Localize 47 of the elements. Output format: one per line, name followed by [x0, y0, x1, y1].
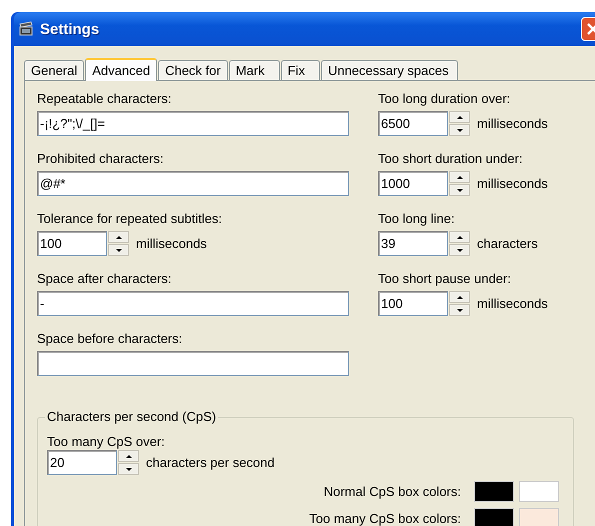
clapperboard-icon — [18, 21, 34, 37]
field-label: Prohibited characters: — [37, 151, 164, 167]
color-swatch[interactable] — [519, 508, 559, 526]
field-label: Too long line: — [378, 211, 455, 227]
input-field[interactable]: -¡!¿?";\/_[]= — [37, 111, 349, 136]
field-label: Space before characters: — [37, 331, 182, 347]
color-label: Normal CpS box colors: — [324, 484, 461, 499]
color-swatch[interactable] — [474, 508, 514, 526]
unit-label: milliseconds — [477, 116, 548, 131]
number-field[interactable]: 39 — [378, 231, 448, 256]
field-label: Too long duration over: — [378, 91, 510, 107]
unit-label: milliseconds — [136, 236, 207, 251]
tab[interactable]: Fix — [280, 60, 320, 80]
tab[interactable]: Mark — [228, 60, 280, 80]
input-field[interactable]: @#* — [37, 171, 349, 196]
color-swatch[interactable] — [474, 481, 514, 502]
field-label: Too many CpS over: — [47, 434, 165, 449]
spin-buttons[interactable] — [449, 171, 470, 196]
spin-buttons[interactable] — [449, 291, 470, 316]
window-title: Settings — [40, 20, 100, 38]
color-label: Too many CpS box colors: — [309, 511, 461, 526]
tab[interactable]: Check for — [158, 60, 228, 80]
field-label: Tolerance for repeated subtitles: — [37, 211, 222, 227]
field-label: Too short pause under: — [378, 271, 511, 287]
unit-label: characters per second — [146, 455, 275, 470]
unit-label: milliseconds — [477, 296, 548, 311]
spin-buttons[interactable] — [108, 231, 129, 256]
number-field[interactable]: 100 — [378, 291, 448, 316]
number-field[interactable]: 1000 — [378, 171, 448, 196]
tab[interactable]: Advanced — [85, 58, 158, 81]
field-label: Repeatable characters: — [37, 91, 172, 107]
number-field[interactable]: 20 — [47, 450, 117, 475]
spin-buttons[interactable] — [118, 450, 139, 475]
group-title: Characters per second (CpS) — [45, 409, 218, 424]
tab[interactable]: General — [24, 60, 84, 80]
input-field[interactable] — [37, 351, 349, 376]
field-label: Too short duration under: — [378, 151, 523, 167]
unit-label: milliseconds — [477, 176, 548, 191]
unit-label: characters — [477, 236, 538, 251]
number-field[interactable]: 100 — [37, 231, 107, 256]
field-label: Space after characters: — [37, 271, 172, 287]
number-field[interactable]: 6500 — [378, 111, 448, 136]
tab[interactable]: Unnecessary spaces — [320, 60, 458, 80]
input-field[interactable]: - — [37, 291, 349, 316]
spin-buttons[interactable] — [449, 231, 470, 256]
color-swatch[interactable] — [519, 481, 559, 502]
spin-buttons[interactable] — [449, 111, 470, 136]
